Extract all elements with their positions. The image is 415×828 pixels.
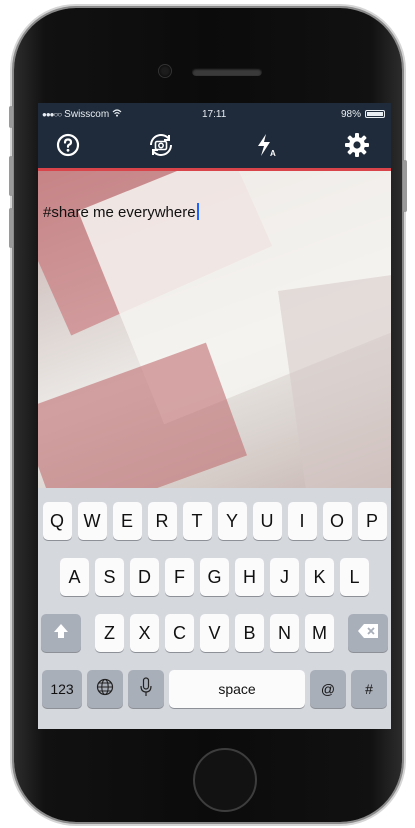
caption-text: #share me everywhere bbox=[43, 204, 196, 221]
question-circle-icon bbox=[56, 133, 80, 162]
key-r[interactable]: R bbox=[147, 502, 177, 540]
keyboard-row-2: A S D F G H J K L bbox=[38, 558, 391, 596]
key-v[interactable]: V bbox=[200, 614, 229, 652]
key-p[interactable]: P bbox=[357, 502, 387, 540]
key-y[interactable]: Y bbox=[217, 502, 247, 540]
home-button[interactable] bbox=[193, 748, 257, 812]
hash-key[interactable]: # bbox=[351, 670, 387, 708]
preview-right-shadow bbox=[278, 268, 391, 488]
key-x[interactable]: X bbox=[130, 614, 159, 652]
battery-icon bbox=[365, 110, 385, 118]
front-camera bbox=[159, 65, 171, 77]
carrier-name: Swisscom bbox=[64, 108, 110, 120]
camera-rotate-icon bbox=[147, 132, 175, 163]
key-z[interactable]: Z bbox=[95, 614, 124, 652]
camera-preview[interactable]: #share me everywhere bbox=[38, 171, 391, 488]
key-t[interactable]: T bbox=[182, 502, 212, 540]
delete-key[interactable] bbox=[348, 614, 388, 652]
space-key[interactable]: space bbox=[169, 670, 305, 708]
volume-up-button bbox=[9, 156, 13, 196]
switch-camera-button[interactable] bbox=[145, 131, 177, 163]
key-j[interactable]: J bbox=[270, 558, 299, 596]
key-f[interactable]: F bbox=[165, 558, 194, 596]
at-key[interactable]: @ bbox=[310, 670, 346, 708]
caption-text-field[interactable]: #share me everywhere bbox=[43, 203, 199, 221]
mute-switch bbox=[9, 106, 13, 128]
settings-button[interactable] bbox=[341, 131, 373, 163]
shift-key[interactable] bbox=[41, 614, 81, 652]
backspace-icon bbox=[357, 623, 379, 644]
camera-toolbar: A bbox=[38, 125, 391, 171]
key-a[interactable]: A bbox=[60, 558, 89, 596]
key-l[interactable]: L bbox=[340, 558, 369, 596]
key-u[interactable]: U bbox=[252, 502, 282, 540]
keyboard-row-1: Q W E R T Y U I O P bbox=[38, 502, 391, 540]
key-i[interactable]: I bbox=[287, 502, 317, 540]
app-screen: ●●●○○ Swisscom 17:11 98% A #share me eve… bbox=[38, 103, 391, 729]
key-n[interactable]: N bbox=[270, 614, 299, 652]
keyboard-row-3: Z X C V B N M bbox=[38, 614, 391, 652]
status-bar: ●●●○○ Swisscom 17:11 98% bbox=[38, 103, 391, 125]
key-m[interactable]: M bbox=[305, 614, 334, 652]
dictation-key[interactable] bbox=[128, 670, 164, 708]
key-h[interactable]: H bbox=[235, 558, 264, 596]
key-s[interactable]: S bbox=[95, 558, 124, 596]
battery-percent: 98% bbox=[340, 108, 361, 120]
svg-text:A: A bbox=[270, 149, 276, 158]
gear-icon bbox=[344, 132, 370, 163]
flash-auto-icon: A bbox=[255, 132, 279, 163]
help-button[interactable] bbox=[52, 131, 84, 163]
globe-key[interactable] bbox=[87, 670, 123, 708]
numbers-key[interactable]: 123 bbox=[42, 670, 82, 708]
signal-strength: ●●●○○ bbox=[42, 109, 62, 119]
earpiece-speaker bbox=[192, 68, 262, 76]
key-k[interactable]: K bbox=[305, 558, 334, 596]
key-e[interactable]: E bbox=[112, 502, 142, 540]
wifi-icon bbox=[112, 108, 122, 120]
text-cursor bbox=[196, 203, 199, 220]
volume-down-button bbox=[9, 208, 13, 248]
power-button bbox=[403, 160, 407, 212]
key-b[interactable]: B bbox=[235, 614, 264, 652]
globe-icon bbox=[96, 678, 114, 701]
key-q[interactable]: Q bbox=[42, 502, 72, 540]
keyboard: Q W E R T Y U I O P A S D F G H J K L Z … bbox=[38, 488, 391, 729]
key-w[interactable]: W bbox=[77, 502, 107, 540]
key-d[interactable]: D bbox=[130, 558, 159, 596]
flash-mode-button[interactable]: A bbox=[251, 131, 283, 163]
microphone-icon bbox=[140, 676, 152, 702]
key-o[interactable]: O bbox=[322, 502, 352, 540]
keyboard-row-4: 123 space @ # bbox=[38, 670, 391, 708]
key-g[interactable]: G bbox=[200, 558, 229, 596]
key-c[interactable]: C bbox=[165, 614, 194, 652]
status-time: 17:11 bbox=[202, 108, 227, 120]
shift-arrow-icon bbox=[53, 623, 69, 644]
